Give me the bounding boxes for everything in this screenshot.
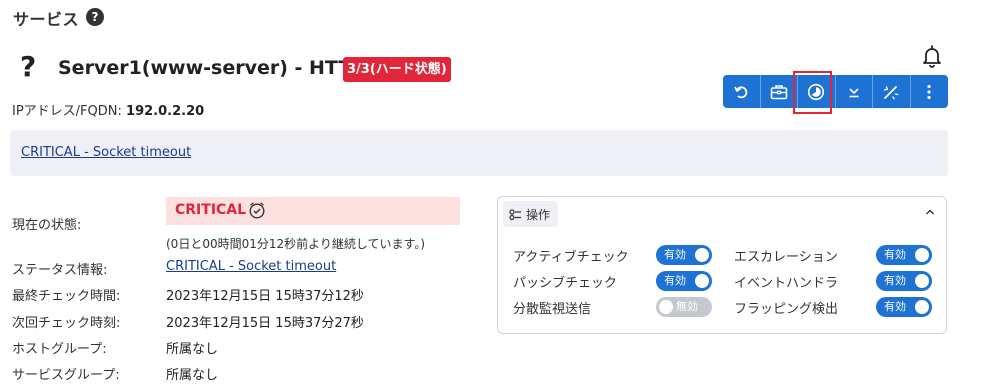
clock-check-icon [249,202,265,219]
download-icon [849,87,859,97]
host-group-label: ホストグループ: [12,342,107,357]
service-group-label: サービスグループ: [12,368,120,383]
page-title: サービス [13,10,80,29]
toggle-escalation[interactable]: 有効 [876,245,932,265]
help-icon[interactable]: ? [86,8,104,26]
current-state-value: CRITICAL [175,202,247,218]
briefcase-icon [770,84,788,99]
bell-icon[interactable] [921,44,943,68]
status-unknown-icon: ? [20,50,37,83]
download-button[interactable] [836,75,873,108]
last-check-label: 最終チェック時間: [12,289,121,304]
service-toolbar [723,75,948,108]
service-group-value: 所属なし [166,368,219,383]
operations-icon [509,208,521,220]
toggle-event-handler[interactable]: 有効 [876,271,932,291]
more-vert-icon [927,84,931,99]
next-check-label: 次回チェック時刻: [12,316,121,331]
wand-icon [884,85,899,99]
toggle-active-check[interactable]: 有効 [656,245,712,265]
service-name: Server1(www-server) - HTTP [58,57,366,79]
highlight-box [793,71,832,114]
toggle-distributed-send[interactable]: 無効 [656,297,712,317]
last-check-value: 2023年12月15日 15時37分12秒 [166,289,364,304]
reschedule-icon [734,85,748,98]
output-link[interactable]: CRITICAL - Socket timeout [21,145,191,160]
op-label-active-check: アクティブチェック [513,250,629,265]
chevron-up-icon[interactable] [924,206,936,218]
operations-tab[interactable]: 操作 [503,201,559,227]
ip-value: 192.0.2.20 [126,104,205,119]
toggle-flap-detection[interactable]: 有効 [876,297,932,317]
status-info-link[interactable]: CRITICAL - Socket timeout [166,259,336,274]
op-label-escalation: エスカレーション [734,250,838,265]
op-label-event-handler: イベントハンドラ [734,276,839,291]
operations-tab-label: 操作 [526,207,551,222]
ip-row: IPアドレス/FQDN: 192.0.2.20 [12,100,204,119]
op-label-distributed-send: 分散監視送信 [513,302,592,317]
edit-button[interactable] [873,75,911,108]
op-label-passive-check: パッシブチェック [513,276,618,291]
current-state-label: 現在の状態: [12,218,82,233]
state-badge: 3/3(ハード状態) [343,57,451,82]
op-label-flap-detection: フラッピング検出 [734,302,839,317]
more-button[interactable] [911,75,949,108]
ip-label: IPアドレス/FQDN: [12,104,122,119]
toggle-passive-check[interactable]: 有効 [656,271,712,291]
reschedule-button[interactable] [723,75,761,108]
next-check-value: 2023年12月15日 15時37分27秒 [166,316,364,331]
state-duration: (0日と00時間01分12秒前より継続しています。) [166,237,426,251]
host-group-value: 所属なし [166,342,219,357]
status-info-label: ステータス情報: [12,263,108,278]
